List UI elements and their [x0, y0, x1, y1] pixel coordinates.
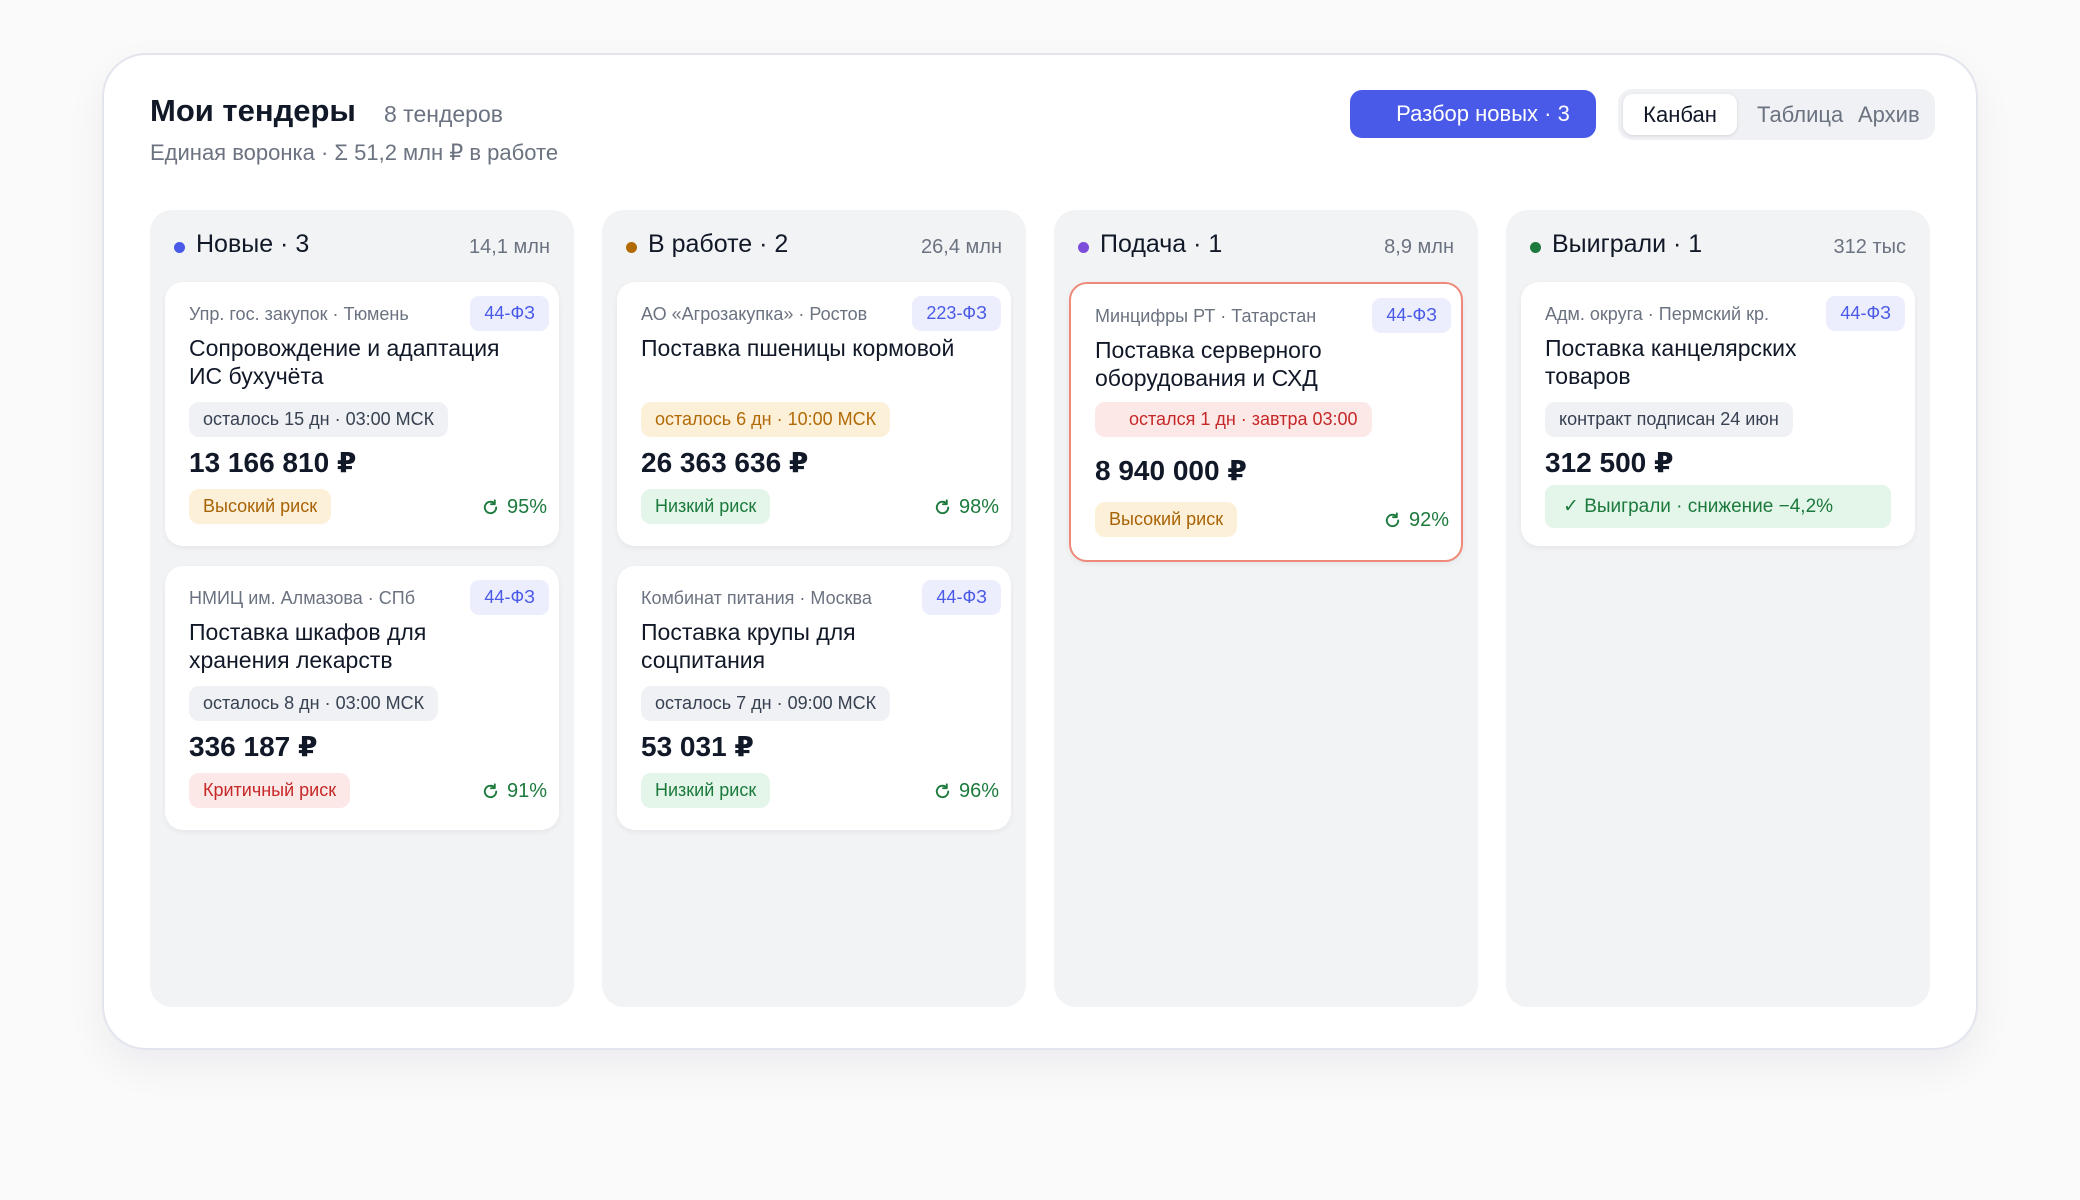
refresh-icon [483, 783, 498, 799]
refresh-icon [1385, 512, 1400, 528]
law-badge: 44-ФЗ [470, 580, 549, 615]
tenders-panel: Мои тендеры 8 тендеров Единая воронка · … [102, 53, 1978, 1050]
column-sum: 26,4 млн [921, 236, 1002, 258]
page-subtitle: Единая воронка · Σ 51,2 млн ₽ в работе [150, 140, 559, 165]
match-score: 92% [1383, 509, 1449, 532]
match-score: 95% [481, 496, 547, 519]
card-organization: Минцифры РТ · Татарстан [1095, 306, 1317, 326]
card-price: 13 166 810 ₽ [189, 447, 357, 478]
card-organization: НМИЦ им. Алмазова · СПб [189, 588, 416, 608]
refresh-icon [483, 499, 498, 515]
column-submit: Подача · 1 8,9 млн Минцифры РТ · Татарст… [1054, 210, 1478, 1007]
deadline-badge: остался 1 дн · завтра 03:00 [1095, 402, 1372, 437]
column-won: Выиграли · 1 312 тыс Адм. округа · Пермс… [1506, 210, 1930, 1007]
deadline-badge: осталось 15 дн · 03:00 МСК [189, 402, 449, 437]
card-price: 312 500 ₽ [1545, 447, 1674, 478]
column-title: В работе · 2 [648, 230, 789, 258]
tab-archive[interactable]: Архив [1858, 89, 1920, 140]
tender-card[interactable]: АО «Агрозакупка» · Ростов 223-ФЗ Поставк… [617, 282, 1011, 546]
refresh-icon [935, 499, 950, 515]
card-title: Сопровождение и адаптация ИС бухучёта [189, 335, 500, 389]
tender-card[interactable]: Адм. округа · Пермский кр. 44-ФЗ Поставк… [1521, 282, 1915, 546]
card-price: 26 363 636 ₽ [641, 447, 809, 478]
risk-badge: Критичный риск [189, 773, 351, 808]
contract-badge: контракт подписан 24 июн [1545, 402, 1793, 437]
review-new-button[interactable]: Разбор новых · 3 [1350, 90, 1596, 138]
match-score: 96% [933, 780, 999, 803]
tender-count: 8 тендеров [384, 101, 503, 127]
match-score: 98% [933, 496, 999, 519]
deadline-badge: осталось 8 дн · 03:00 МСК [189, 686, 439, 721]
view-switcher: Канбан Таблица Архив [1618, 89, 1935, 140]
column-sum: 8,9 млн [1384, 236, 1454, 258]
law-badge: 44-ФЗ [1826, 296, 1905, 331]
deadline-badge: осталось 6 дн · 10:00 МСК [641, 402, 891, 437]
tab-kanban[interactable]: Канбан [1623, 94, 1737, 135]
deadline-badge: осталось 7 дн · 09:00 МСК [641, 686, 891, 721]
column-title: Подача · 1 [1100, 230, 1223, 258]
law-badge: 44-ФЗ [470, 296, 549, 331]
card-price: 8 940 000 ₽ [1095, 455, 1247, 486]
score-value: 95% [506, 496, 547, 518]
column-new: Новые · 3 14,1 млн Упр. гос. закупок · Т… [150, 210, 574, 1007]
law-badge: 44-ФЗ [922, 580, 1001, 615]
match-score: 91% [481, 780, 547, 803]
risk-badge: Низкий риск [641, 773, 771, 808]
card-title: Поставка серверного оборудования и СХД [1095, 337, 1322, 391]
column-header: Новые · 3 14,1 млн [174, 230, 550, 264]
tender-card[interactable]: Минцифры РТ · Татарстан 44-ФЗ Поставка с… [1069, 282, 1463, 562]
card-organization: Комбинат питания · Москва [641, 588, 872, 608]
risk-badge: Низкий риск [641, 489, 771, 524]
column-title: Выиграли · 1 [1552, 230, 1703, 258]
card-title: Поставка пшеницы кормовой [641, 335, 955, 361]
tender-card[interactable]: Комбинат питания · Москва 44-ФЗ Поставка… [617, 566, 1011, 830]
card-organization: АО «Агрозакупка» · Ростов [641, 304, 868, 324]
won-result: ✓ Выиграли · снижение −4,2% [1545, 485, 1891, 528]
score-value: 91% [506, 780, 547, 802]
card-organization: Упр. гос. закупок · Тюмень [189, 304, 409, 324]
column-header: Выиграли · 1 312 тыс [1530, 230, 1906, 264]
law-badge: 223-ФЗ [912, 296, 1001, 331]
card-title: Поставка шкафов для хранения лекарств [189, 619, 427, 673]
refresh-icon [935, 783, 950, 799]
column-title: Новые · 3 [196, 230, 310, 258]
column-sum: 14,1 млн [469, 236, 550, 258]
law-badge: 44-ФЗ [1372, 298, 1451, 333]
score-value: 92% [1408, 509, 1449, 531]
status-dot-icon [626, 242, 637, 253]
column-header: Подача · 1 8,9 млн [1078, 230, 1454, 264]
tender-card[interactable]: НМИЦ им. Алмазова · СПб 44-ФЗ Поставка ш… [165, 566, 559, 830]
risk-badge: Высокий риск [1095, 502, 1238, 537]
status-dot-icon [1078, 242, 1089, 253]
tab-table[interactable]: Таблица [1757, 89, 1843, 140]
status-dot-icon [174, 242, 185, 253]
card-title: Поставка крупы для соцпитания [641, 619, 856, 673]
card-title: Поставка канцелярских товаров [1545, 335, 1797, 389]
tender-card[interactable]: Упр. гос. закупок · Тюмень 44-ФЗ Сопрово… [165, 282, 559, 546]
column-in-work: В работе · 2 26,4 млн АО «Агрозакупка» ·… [602, 210, 1026, 1007]
score-value: 96% [958, 780, 999, 802]
column-header: В работе · 2 26,4 млн [626, 230, 1002, 264]
card-price: 53 031 ₽ [641, 731, 754, 762]
page-title: Мои тендеры [150, 93, 356, 128]
risk-badge: Высокий риск [189, 489, 332, 524]
card-organization: Адм. округа · Пермский кр. [1545, 304, 1769, 324]
column-sum: 312 тыс [1833, 236, 1906, 258]
status-dot-icon [1530, 242, 1541, 253]
card-price: 336 187 ₽ [189, 731, 318, 762]
score-value: 98% [958, 496, 999, 518]
